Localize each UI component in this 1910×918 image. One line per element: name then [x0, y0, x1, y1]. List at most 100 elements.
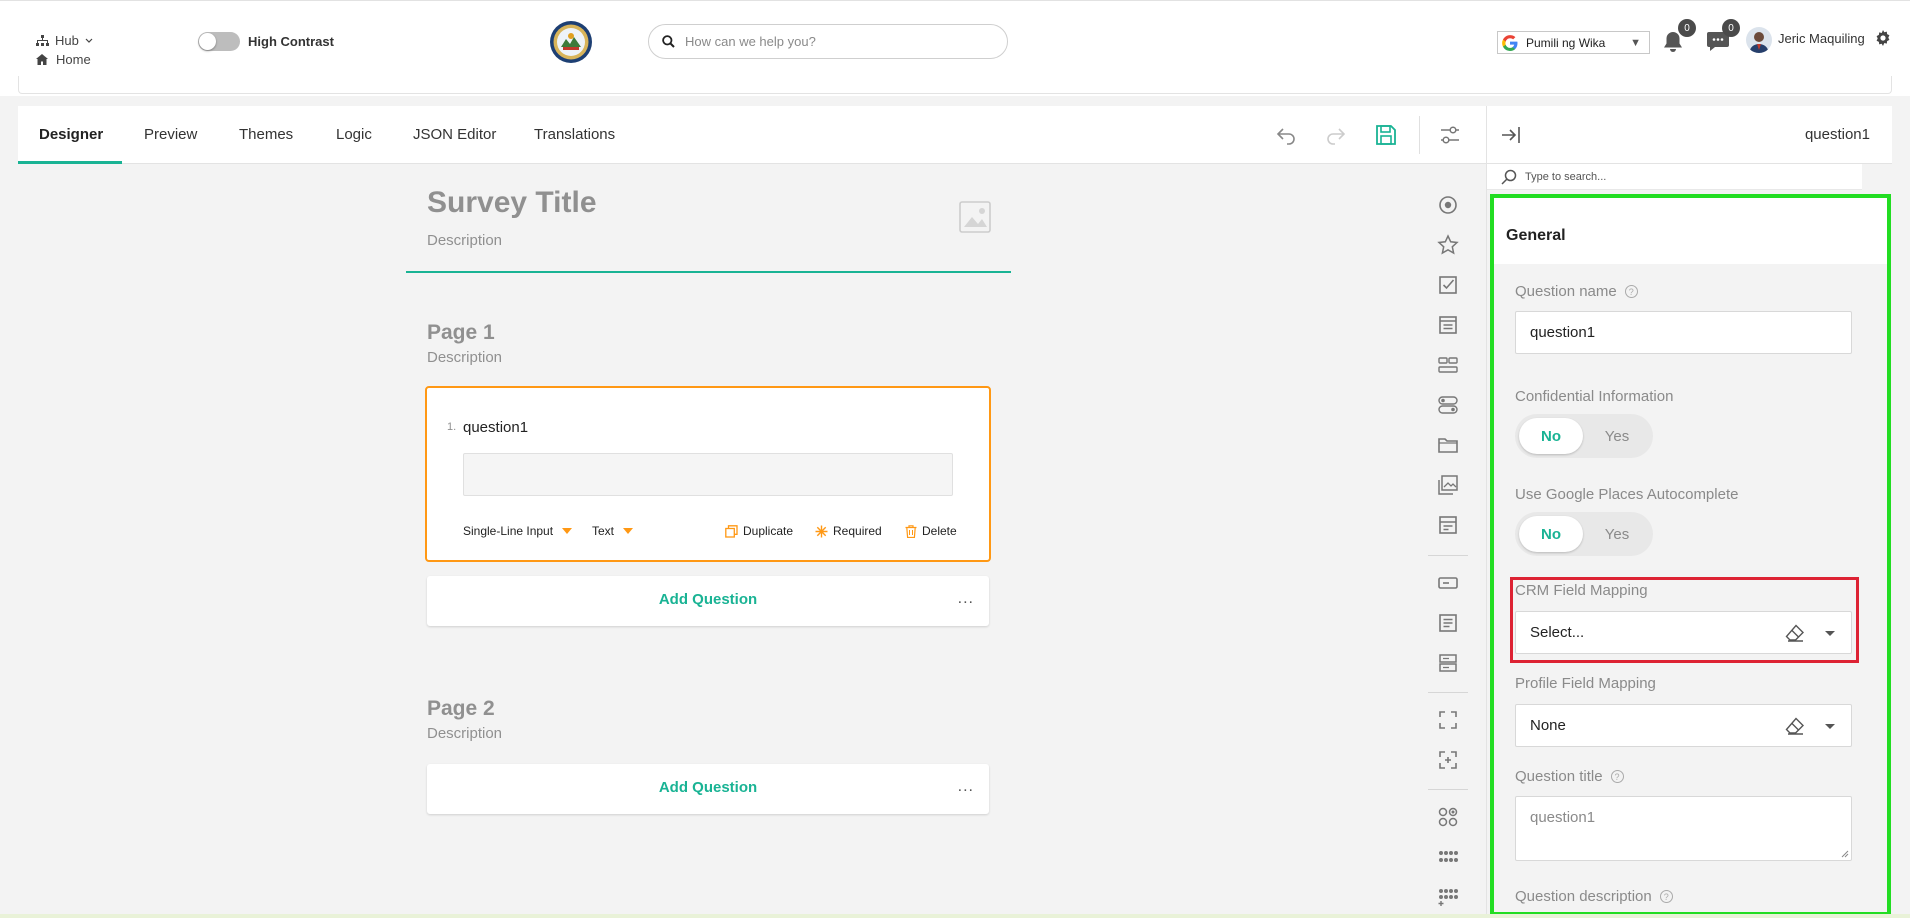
- duplicate-label: Duplicate: [743, 524, 794, 538]
- user-avatar[interactable]: [1746, 27, 1772, 53]
- language-selector[interactable]: Pumili ng Wika ▼: [1497, 31, 1650, 54]
- toolbox-separator: [1428, 555, 1468, 556]
- boolean-toggle-icon[interactable]: [1437, 394, 1459, 416]
- duplicate-icon: [725, 524, 738, 538]
- dynamic-panel-icon[interactable]: [1437, 749, 1459, 771]
- question-title[interactable]: question1: [463, 419, 528, 436]
- property-search-input[interactable]: [1525, 170, 1825, 183]
- profile-field-mapping-value: None: [1530, 717, 1566, 734]
- confidential-yes-option[interactable]: Yes: [1585, 418, 1649, 454]
- page-1-add-question[interactable]: Add Question ...: [427, 576, 989, 626]
- page-2-description[interactable]: Description: [427, 725, 502, 742]
- settings-sliders-icon[interactable]: [1438, 123, 1462, 147]
- messages-button[interactable]: 0: [1706, 19, 1740, 56]
- eraser-clear-icon[interactable]: [1785, 717, 1805, 735]
- delete-button[interactable]: Delete: [905, 524, 957, 538]
- save-icon[interactable]: [1374, 123, 1398, 147]
- general-section-header[interactable]: General: [1494, 198, 1887, 264]
- google-places-no-option[interactable]: No: [1519, 516, 1583, 552]
- add-question-label[interactable]: Add Question: [427, 591, 989, 608]
- top-header: Hub Home High Contrast How can we help y…: [0, 0, 1910, 80]
- help-search[interactable]: [648, 24, 1008, 59]
- question-text-input-preview[interactable]: [463, 453, 953, 496]
- hub-label: Hub: [55, 33, 79, 48]
- google-places-label: Use Google Places Autocomplete: [1515, 486, 1738, 503]
- government-seal-logo: [549, 20, 593, 64]
- survey-description[interactable]: Description: [427, 232, 502, 249]
- collapse-panel-icon[interactable]: [1500, 125, 1522, 145]
- help-circle-icon[interactable]: ?: [1610, 770, 1624, 783]
- question-card-selected[interactable]: 1. question1 Single-Line Input Text Dupl…: [425, 386, 991, 562]
- dropdown-arrow-icon[interactable]: [1825, 724, 1835, 729]
- help-circle-icon[interactable]: ?: [1659, 890, 1673, 903]
- question-type-dropdown[interactable]: Single-Line Input: [463, 524, 573, 538]
- profile-field-mapping-select[interactable]: None: [1515, 704, 1852, 747]
- crm-field-mapping-select[interactable]: Select...: [1515, 611, 1852, 654]
- tab-designer[interactable]: Designer: [39, 126, 103, 143]
- home-link[interactable]: Home: [36, 52, 91, 67]
- multiple-text-icon[interactable]: [1437, 652, 1459, 674]
- redo-icon[interactable]: [1324, 123, 1348, 147]
- user-name[interactable]: Jeric Maquiling: [1778, 31, 1865, 46]
- property-grid-header: question1: [1487, 106, 1892, 164]
- confidential-label-text: Confidential Information: [1515, 388, 1674, 405]
- question-name-input[interactable]: question1: [1515, 311, 1852, 354]
- duplicate-button[interactable]: Duplicate: [725, 524, 793, 538]
- page-2-add-question[interactable]: Add Question ...: [427, 764, 989, 814]
- toolbox-separator: [1428, 789, 1468, 790]
- resize-grip-icon[interactable]: [1841, 850, 1849, 858]
- help-circle-icon[interactable]: ?: [1624, 285, 1638, 298]
- tab-logic[interactable]: Logic: [336, 126, 372, 143]
- dropdown-arrow-icon[interactable]: [1825, 631, 1835, 636]
- page-1-title[interactable]: Page 1: [427, 321, 495, 345]
- panel-frame-icon[interactable]: [1437, 709, 1459, 731]
- notifications-button[interactable]: 0: [1662, 19, 1696, 56]
- required-button[interactable]: Required: [815, 524, 882, 538]
- gear-icon[interactable]: [1875, 30, 1891, 46]
- survey-title-underline: [406, 271, 1011, 273]
- file-folder-icon[interactable]: [1437, 434, 1459, 456]
- tab-translations[interactable]: Translations: [534, 126, 615, 143]
- home-label: Home: [56, 52, 91, 67]
- confidential-no-option[interactable]: No: [1519, 418, 1583, 454]
- home-icon: [36, 54, 48, 65]
- image-picker-icon[interactable]: [1437, 474, 1459, 496]
- undo-icon[interactable]: [1274, 123, 1298, 147]
- tab-themes[interactable]: Themes: [239, 126, 293, 143]
- single-line-input-icon[interactable]: [1437, 572, 1459, 594]
- comment-textarea-icon[interactable]: [1437, 612, 1459, 634]
- property-grid: question1 General Question name ? questi…: [1486, 106, 1892, 918]
- checkbox-icon[interactable]: [1437, 274, 1459, 296]
- rating-star-icon[interactable]: [1437, 234, 1459, 256]
- more-options-button[interactable]: ...: [958, 590, 974, 608]
- survey-logo-placeholder-icon[interactable]: [958, 200, 992, 234]
- tagbox-icon[interactable]: [1437, 354, 1459, 376]
- property-search[interactable]: [1487, 164, 1862, 190]
- tab-preview[interactable]: Preview: [144, 126, 197, 143]
- tab-json-editor[interactable]: JSON Editor: [413, 126, 496, 143]
- high-contrast-toggle[interactable]: [198, 32, 240, 51]
- eraser-clear-icon[interactable]: [1785, 624, 1805, 642]
- input-type-dropdown[interactable]: Text: [592, 524, 634, 538]
- matrix-dynamic-icon[interactable]: [1437, 886, 1459, 908]
- help-search-input[interactable]: [685, 34, 975, 49]
- sitemap-icon: [36, 35, 49, 46]
- page-1-description[interactable]: Description: [427, 349, 502, 366]
- more-options-button[interactable]: ...: [958, 778, 974, 796]
- hub-menu[interactable]: Hub: [36, 33, 93, 48]
- question-title-label-text: Question title: [1515, 768, 1603, 785]
- radio-group-icon[interactable]: [1437, 194, 1459, 216]
- google-places-yes-option[interactable]: Yes: [1585, 516, 1649, 552]
- question-title-label: Question title ?: [1515, 768, 1624, 785]
- ranking-icon[interactable]: [1437, 514, 1459, 536]
- page-2-title[interactable]: Page 2: [427, 697, 495, 721]
- dropdown-list-icon[interactable]: [1437, 314, 1459, 336]
- survey-title[interactable]: Survey Title: [427, 186, 597, 220]
- add-question-label[interactable]: Add Question: [427, 779, 989, 796]
- matrix-dropdown-icon[interactable]: [1437, 846, 1459, 868]
- question-title-placeholder: question1: [1530, 809, 1596, 826]
- toolbar-separator: [1419, 116, 1420, 154]
- question-title-textarea[interactable]: question1: [1515, 796, 1852, 861]
- matrix-radio-icon[interactable]: [1437, 806, 1459, 828]
- high-contrast-label: High Contrast: [248, 34, 334, 49]
